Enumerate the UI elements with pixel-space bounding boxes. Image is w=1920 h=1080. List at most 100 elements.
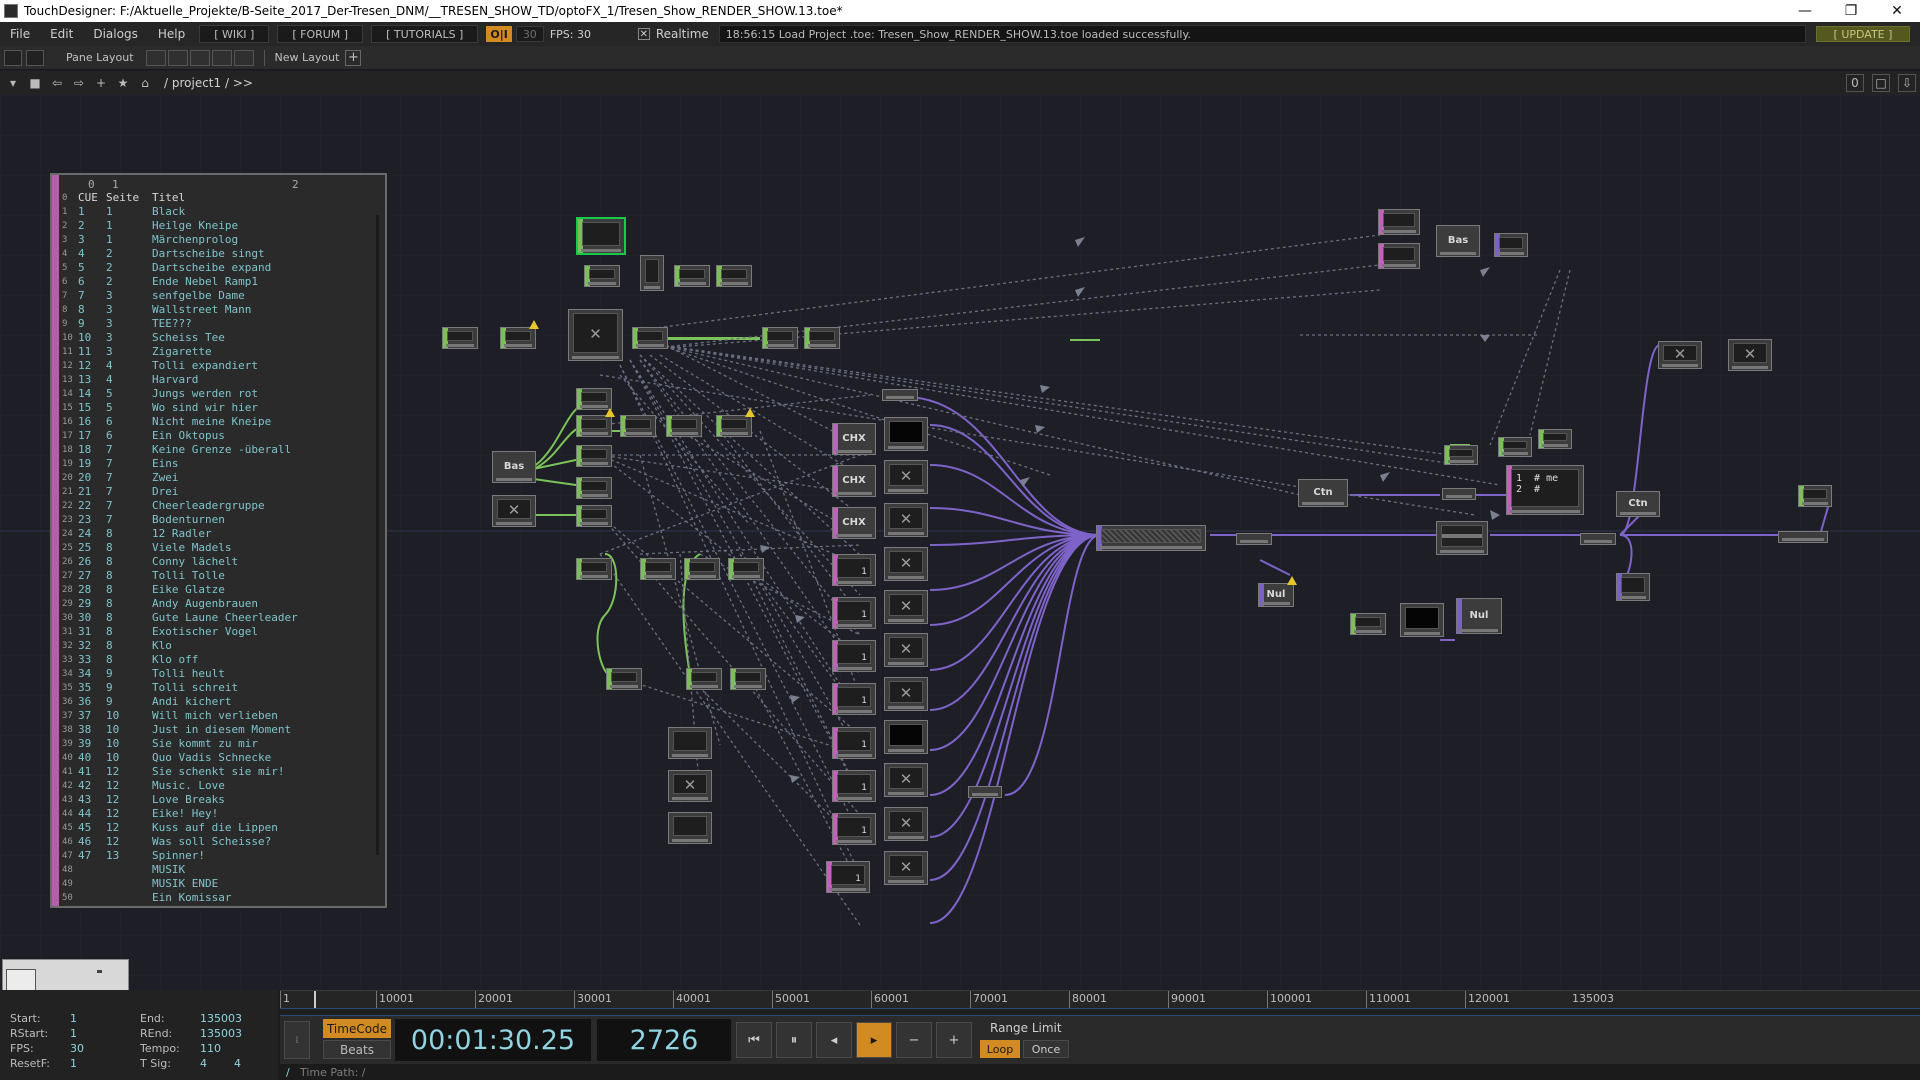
tempo-value[interactable]: 110 — [200, 1042, 221, 1056]
realtime-checkbox[interactable]: ✕ — [637, 28, 650, 40]
resetf-value[interactable]: 1 — [70, 1057, 77, 1071]
table-row[interactable]: 36 36 9 Andi kichert — [62, 695, 381, 709]
cell-seite[interactable]: 3 — [106, 345, 152, 359]
cell-seite[interactable]: 2 — [106, 275, 152, 289]
cell-titel[interactable]: Tolli heult — [152, 667, 381, 681]
table-row[interactable]: 41 41 12 Sie schenkt sie mir! — [62, 765, 381, 779]
step-minus-button[interactable]: − — [896, 1022, 932, 1058]
cell-titel[interactable]: Music. Love — [152, 779, 381, 793]
table-row[interactable]: 2 2 1 Heilge Kneipe — [62, 219, 381, 233]
cell-cue[interactable]: 32 — [76, 639, 106, 653]
network-editor[interactable]: 0 1 2 0 CUE Seite Titel 1 1 1 Black 2 2 1 Heilge Kn… — [0, 95, 1920, 990]
operator-node[interactable] — [1444, 445, 1478, 465]
cell-titel[interactable]: 12 Radler — [152, 527, 381, 541]
cell-titel[interactable]: Klo — [152, 639, 381, 653]
cell-cue[interactable]: 2 — [76, 219, 106, 233]
path-toggle-button[interactable]: 0 — [1846, 74, 1864, 92]
cell-cue[interactable]: 26 — [76, 555, 106, 569]
timecode-mode-button[interactable]: TimeCode — [323, 1019, 391, 1038]
cell-seite[interactable]: 3 — [106, 331, 152, 345]
cell-seite[interactable]: 3 — [106, 317, 152, 331]
play-button[interactable]: ▸ — [856, 1022, 892, 1058]
cell-cue[interactable]: 4 — [76, 247, 106, 261]
operator-node[interactable] — [1436, 521, 1488, 555]
operator-node[interactable] — [1778, 531, 1828, 543]
operator-node[interactable] — [584, 265, 620, 287]
top-node[interactable]: ✕ — [884, 851, 928, 885]
cell-titel[interactable]: MUSIK — [152, 863, 381, 877]
table-row[interactable]: 22 22 7 Cheerleadergruppe — [62, 499, 381, 513]
table-row[interactable]: 40 40 10 Quo Vadis Schnecke — [62, 751, 381, 765]
cell-titel[interactable]: Ein Oktopus — [152, 429, 381, 443]
cell-titel[interactable]: Drei — [152, 485, 381, 499]
table-row[interactable]: 34 34 9 Tolli heult — [62, 667, 381, 681]
cell-seite[interactable]: 2 — [106, 261, 152, 275]
cell-titel[interactable]: Cheerleadergruppe — [152, 499, 381, 513]
cell-seite[interactable]: 3 — [106, 289, 152, 303]
top-node[interactable] — [1494, 233, 1528, 257]
layout-split-h-icon[interactable] — [189, 49, 210, 66]
step-plus-button[interactable]: + — [936, 1022, 972, 1058]
pane-type-icon[interactable] — [4, 49, 22, 66]
cell-cue[interactable]: 10 — [76, 331, 106, 345]
stop-icon[interactable]: ■ — [26, 74, 44, 92]
cell-seite[interactable]: 8 — [106, 639, 152, 653]
cell-cue[interactable]: 38 — [76, 723, 106, 737]
cell-cue[interactable]: 12 — [76, 359, 106, 373]
operator-node[interactable]: ✕ — [668, 770, 712, 802]
table-row[interactable]: 17 17 6 Ein Oktopus — [62, 429, 381, 443]
timeline-range-bar[interactable] — [280, 1008, 1920, 1016]
table-scrollbar[interactable] — [376, 215, 379, 855]
table-row[interactable]: 23 23 7 Bodenturnen — [62, 513, 381, 527]
layout-single-icon[interactable] — [145, 49, 166, 66]
cell-seite[interactable]: 10 — [106, 709, 152, 723]
timeline-toggle-button[interactable]: ⁞ — [284, 1021, 310, 1059]
table-row[interactable]: 5 5 2 Dartscheibe expand — [62, 261, 381, 275]
text-dat-node[interactable]: 1 — [832, 640, 876, 672]
cell-cue[interactable]: 33 — [76, 653, 106, 667]
cell-titel[interactable]: senfgelbe Dame — [152, 289, 381, 303]
cell-titel[interactable]: Love Breaks — [152, 793, 381, 807]
maximize-button[interactable]: ❐ — [1828, 3, 1874, 19]
selected-operator-node[interactable] — [576, 217, 626, 255]
pause-button[interactable]: ⏸ — [776, 1022, 812, 1058]
operator-node[interactable] — [1350, 613, 1386, 635]
cell-titel[interactable]: Märchenprolog — [152, 233, 381, 247]
cell-seite[interactable]: 10 — [106, 723, 152, 737]
top-node[interactable] — [884, 417, 928, 451]
tutorials-button[interactable]: [ TUTORIALS ] — [371, 25, 479, 43]
cell-seite[interactable]: 8 — [106, 653, 152, 667]
null-top-node[interactable]: Nul — [1456, 598, 1502, 634]
table-row[interactable]: 31 31 8 Exotischer Vogel — [62, 625, 381, 639]
cell-cue[interactable]: 24 — [76, 527, 106, 541]
cell-cue[interactable]: 37 — [76, 709, 106, 723]
cell-seite[interactable]: 7 — [106, 471, 152, 485]
operator-node[interactable] — [668, 812, 712, 844]
cell-titel[interactable]: Heilge Kneipe — [152, 219, 381, 233]
cell-titel[interactable]: Eike Glatze — [152, 583, 381, 597]
operator-node[interactable] — [674, 265, 710, 287]
cell-seite[interactable]: 1 — [106, 205, 152, 219]
table-row[interactable]: 6 6 2 Ende Nebel Ramp1 — [62, 275, 381, 289]
pane-options-icon[interactable] — [26, 49, 44, 66]
cell-seite[interactable]: 8 — [106, 597, 152, 611]
cell-seite[interactable]: 5 — [106, 387, 152, 401]
menu-dialogs[interactable]: Dialogs — [83, 27, 147, 41]
cell-titel[interactable]: Andi kichert — [152, 695, 381, 709]
table-row[interactable]: 9 9 3 TEE??? — [62, 317, 381, 331]
cell-cue[interactable]: 25 — [76, 541, 106, 555]
cell-titel[interactable]: Viele Madels — [152, 541, 381, 555]
cell-titel[interactable]: Dartscheibe expand — [152, 261, 381, 275]
null-top-node[interactable]: Nul — [1258, 576, 1297, 607]
operator-node[interactable] — [632, 327, 668, 349]
table-grid[interactable]: 0 1 2 0 CUE Seite Titel 1 1 1 Black 2 2 1 Heilge Kn… — [62, 178, 381, 903]
cell-seite[interactable]: 7 — [106, 457, 152, 471]
base-comp-node[interactable]: Bas — [492, 451, 536, 483]
operator-node[interactable] — [576, 505, 612, 527]
close-button[interactable]: ✕ — [1874, 3, 1920, 19]
switch-top-node[interactable] — [1096, 525, 1206, 551]
container-comp-node[interactable]: Ctn — [1298, 479, 1348, 507]
cell-seite[interactable]: 12 — [106, 821, 152, 835]
cell-titel[interactable]: Was soll Scheisse? — [152, 835, 381, 849]
cell-seite[interactable]: 5 — [106, 401, 152, 415]
